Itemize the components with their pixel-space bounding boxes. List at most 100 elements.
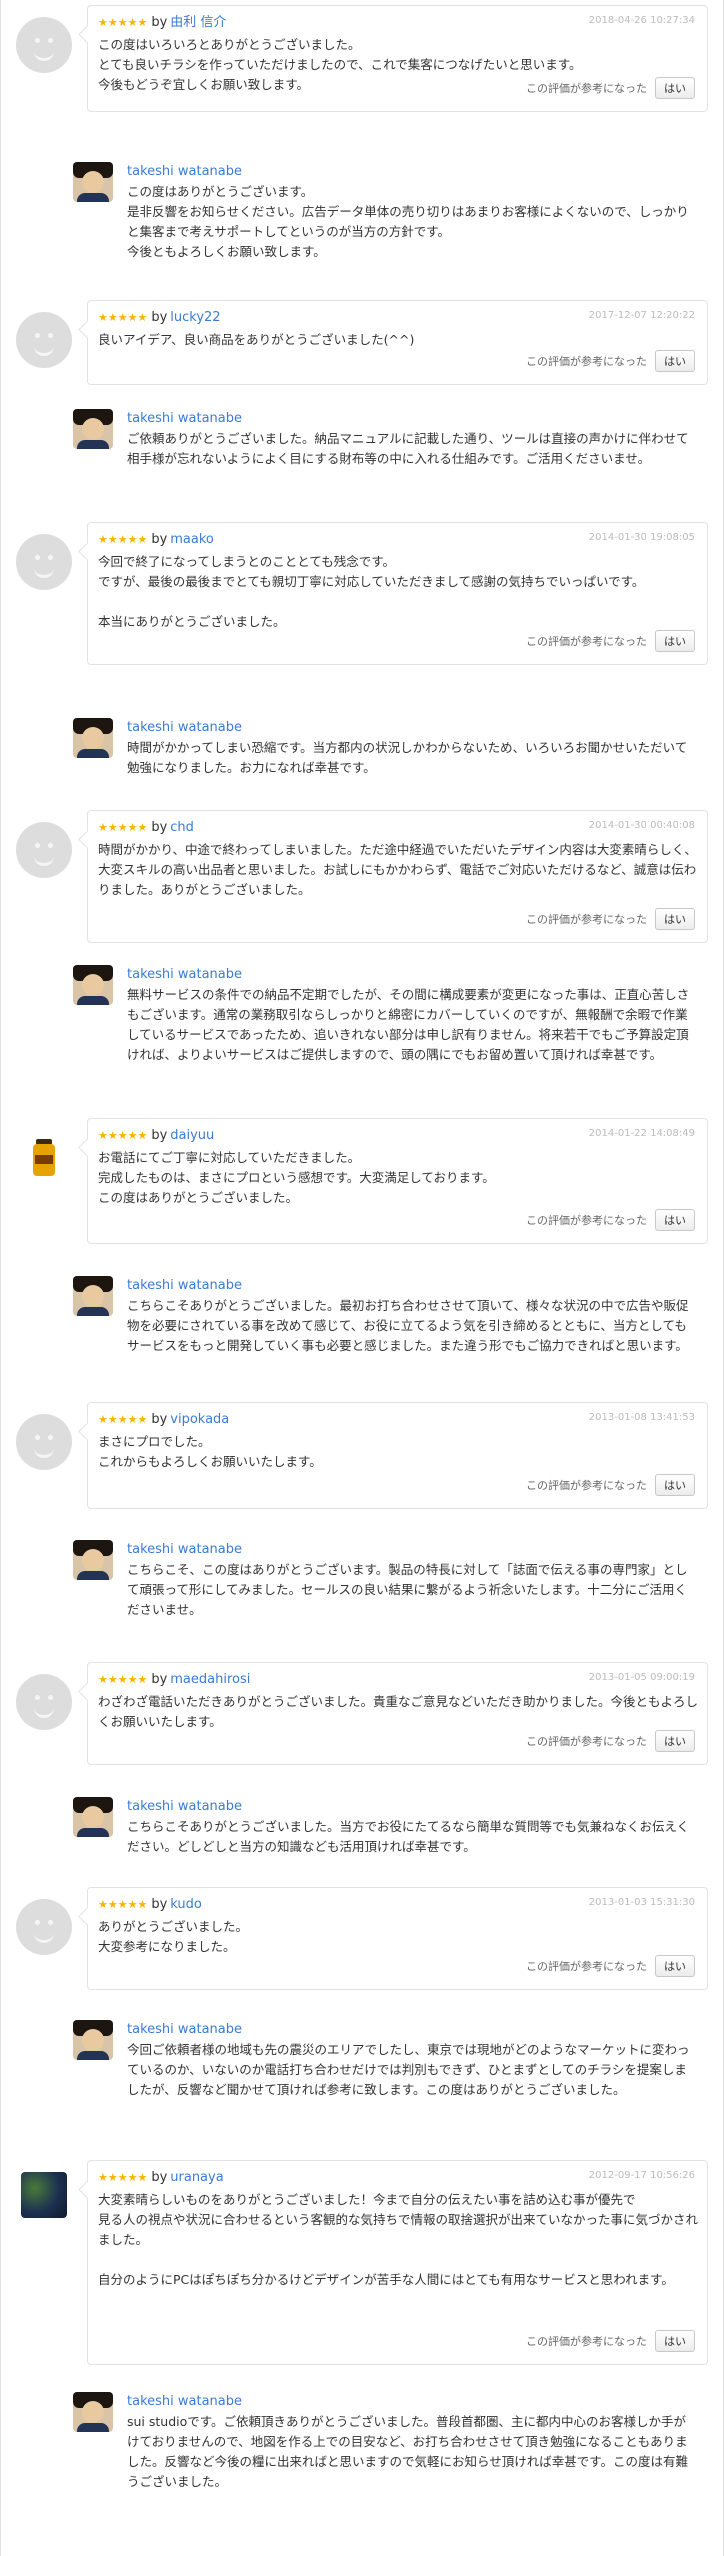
avatar-shirt [77,193,109,202]
user-avatar[interactable] [16,1899,72,1955]
reply-text: sui studioです。ご依頼頂きありがとうございました。普段首都圏、主に都内… [127,2414,689,2489]
avatar-eye [48,1695,53,1700]
reply-author[interactable]: takeshi watanabe [127,967,242,982]
reviewer-name[interactable]: kudo [170,1897,202,1912]
reply-author[interactable]: takeshi watanabe [127,1542,242,1557]
user-avatar[interactable] [16,312,72,368]
user-avatar[interactable] [16,1130,72,1186]
avatar-eye [48,333,53,338]
helpful-label: この評価が参考になった [526,1479,647,1492]
by-label: by [151,15,168,30]
reply-author[interactable]: takeshi watanabe [127,164,242,179]
reviewer-name[interactable]: 由利 信介 [170,15,226,30]
helpful-yes-button[interactable]: はい [655,2330,695,2352]
avatar-eye [35,333,40,338]
helpful-yes-button[interactable]: はい [655,350,695,372]
review-meta: ★★★★★ by vipokada [98,1411,229,1429]
helpful-yes-button[interactable]: はい [655,77,695,99]
helpful-row: この評価が参考になった はい [526,630,695,652]
reviewer-name[interactable]: maedahirosi [170,1672,250,1687]
avatar-shirt [77,2051,109,2060]
seller-avatar[interactable] [73,1797,113,1837]
helpful-row: この評価が参考になった はい [526,1955,695,1977]
review-text: 良いアイデア、良い商品をありがとうございました(^^) [98,332,415,347]
helpful-yes-button[interactable]: はい [655,908,695,930]
helpful-yes-button[interactable]: はい [655,1955,695,1977]
review-meta: ★★★★★ by uranaya [98,2169,224,2187]
review-text: 時間がかかり、中途で終わってしまいました。ただ途中経過でいただいたデザイン内容は… [98,842,697,897]
review-card: ★★★★★ by kudo 2013-01-03 15:31:30 ありがとうございまし… [87,1887,708,1990]
reviewer-name[interactable]: chd [170,820,194,835]
user-avatar[interactable] [16,17,72,73]
seller-avatar[interactable] [73,1276,113,1316]
helpful-row: この評価が参考になった はい [526,1209,695,1231]
helpful-yes-button[interactable]: はい [655,1730,695,1752]
rating-stars: ★★★★★ [98,1129,148,1142]
helpful-label: この評価が参考になった [526,355,647,368]
reply-author[interactable]: takeshi watanabe [127,2022,242,2037]
reply-text: この度はありがとうございます。 是非反響をお知らせください。広告データ単体の売り… [127,184,689,259]
review-text: ありがとうございました。 大変参考になりました。 [98,1919,249,1954]
helpful-label: この評価が参考になった [526,913,647,926]
by-label: by [151,310,168,325]
helpful-label: この評価が参考になった [526,1960,647,1973]
reviewer-name[interactable]: uranaya [170,2170,223,2185]
avatar-mouth [34,1445,54,1458]
review-text: お電話にてご丁寧に対応していただきました。 完成したものは、まさにプロという感想… [98,1150,495,1205]
reply-author[interactable]: takeshi watanabe [127,2394,242,2409]
avatar-eye [35,843,40,848]
avatar-shirt [77,1571,109,1580]
seller-avatar[interactable] [73,162,113,202]
review-date: 2017-12-07 12:20:22 [588,310,695,321]
reply-text: 時間がかかってしまい恐縮です。当方都内の状況しかわからないため、いろいろお聞かせ… [127,740,688,775]
helpful-yes-button[interactable]: はい [655,1474,695,1496]
review-meta: ★★★★★ by chd [98,819,194,837]
avatar-face [82,2029,104,2051]
avatar-shirt [77,749,109,758]
user-avatar[interactable] [21,2172,67,2218]
avatar-mouth [34,1930,54,1943]
reply-text: こちらこそ、この度はありがとうございます。製品の特長に対して「誌面で伝える事の専… [127,1562,688,1617]
user-avatar[interactable] [16,1414,72,1470]
honey-jar-icon [33,1139,55,1177]
seller-avatar[interactable] [73,718,113,758]
avatar-face [82,727,104,749]
review-card: ★★★★★ by daiyuu 2014-01-22 14:08:49 お電話にてご丁寧… [87,1118,708,1244]
review-card: ★★★★★ by maako 2014-01-30 19:08:05 今回で終了になって… [87,522,708,665]
seller-avatar[interactable] [73,965,113,1005]
review-meta: ★★★★★ by 由利 信介 [98,14,226,32]
seller-avatar[interactable] [73,2020,113,2060]
review-card: ★★★★★ by chd 2014-01-30 00:40:08 時間がかかり、中途で終… [87,810,708,943]
seller-avatar[interactable] [73,1540,113,1580]
reply-author[interactable]: takeshi watanabe [127,411,242,426]
seller-avatar[interactable] [73,409,113,449]
seller-avatar[interactable] [73,2392,113,2432]
reply-author[interactable]: takeshi watanabe [127,1799,242,1814]
reviewer-name[interactable]: daiyuu [170,1128,214,1143]
reply-author[interactable]: takeshi watanabe [127,1278,242,1293]
user-avatar[interactable] [16,534,72,590]
helpful-yes-button[interactable]: はい [655,630,695,652]
by-label: by [151,820,168,835]
user-avatar[interactable] [16,822,72,878]
reviewer-name[interactable]: vipokada [170,1412,229,1427]
review-text: 大変素晴らしいものをありがとうございました！今まで自分の伝えたい事を詰め込む事が… [98,2192,699,2287]
reviewer-name[interactable]: lucky22 [170,310,220,325]
rating-stars: ★★★★★ [98,821,148,834]
reviewer-name[interactable]: maako [170,532,214,547]
avatar-mouth [34,1705,54,1718]
avatar-face [82,2401,104,2423]
seller-reply: takeshi watanabe こちらこそ、この度はありがとうございます。製品の… [0,1540,724,1622]
rating-stars: ★★★★★ [98,1898,148,1911]
seller-reply: takeshi watanabe 無料サービスの条件での納品不定期でしたが、その間… [0,965,724,1073]
avatar-shirt [77,1828,109,1837]
seller-reply: takeshi watanabe こちらこそありがとうございました。当方でお役にた… [0,1797,724,1861]
avatar-eye [35,38,40,43]
by-label: by [151,532,168,547]
avatar-mouth [34,343,54,356]
user-avatar[interactable] [16,1674,72,1730]
reply-author[interactable]: takeshi watanabe [127,720,242,735]
rating-stars: ★★★★★ [98,1413,148,1426]
avatar-face [82,1549,104,1571]
helpful-yes-button[interactable]: はい [655,1209,695,1231]
